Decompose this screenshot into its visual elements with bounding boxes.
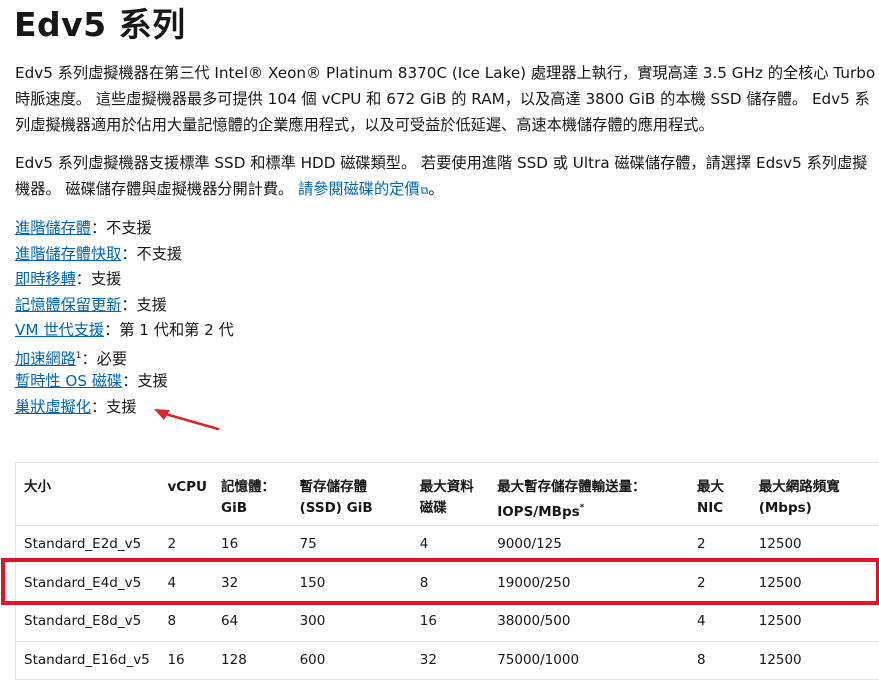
cell-data-disks: 16 [412, 603, 489, 642]
row-highlight-box [1, 558, 879, 605]
feature-item: 加速網路1：必要 [15, 344, 234, 370]
intro-paragraph: Edv5 系列虛擬機器在第三代 Intel® Xeon® Platinum 83… [15, 60, 879, 138]
feature-value: 支援 [91, 270, 121, 288]
header-max-nic: 最大NIC [689, 463, 751, 526]
table-header-row: 大小 vCPU 記憶體：GiB 暫存儲存體(SSD) GiB 最大資料磁碟 最大… [16, 463, 879, 526]
feature-link-ephemeral-os-disk[interactable]: 暫時性 OS 磁碟 [15, 372, 122, 390]
cell-size: Standard_E8d_v5 [16, 603, 160, 642]
header-size: 大小 [16, 463, 160, 526]
feature-value: 支援 [137, 372, 167, 390]
disk-text-end: 。 [428, 180, 443, 198]
feature-value: 支援 [137, 296, 167, 314]
page-title: Edv5 系列 [14, 0, 186, 46]
feature-value: 不支援 [137, 245, 183, 263]
cell-nic: 4 [689, 603, 751, 642]
feature-item: 暫時性 OS 磁碟：支援 [15, 369, 234, 395]
feature-link-nested-virtualization[interactable]: 巢狀虛擬化 [15, 398, 91, 416]
header-max-data-disks: 最大資料磁碟 [412, 463, 489, 526]
feature-value: 不支援 [106, 219, 152, 237]
cell-temp-storage: 300 [292, 603, 412, 642]
feature-link-live-migration[interactable]: 即時移轉 [15, 270, 76, 288]
feature-link-premium-storage-caching[interactable]: 進階儲存體快取 [15, 245, 121, 263]
disk-paragraph: Edv5 系列虛擬機器支援標準 SSD 和標準 HDD 磁碟類型。 若要使用進階… [15, 150, 879, 204]
table-row: Standard_E8d_v58643001638000/500412500 [16, 603, 879, 642]
feature-link-memory-preserving-updates[interactable]: 記憶體保留更新 [15, 296, 121, 314]
feature-value: 第 1 代和第 2 代 [119, 321, 234, 339]
header-max-bandwidth: 最大網路頻寬(Mbps) [751, 463, 879, 526]
feature-value: 支援 [106, 398, 136, 416]
header-temp-storage: 暫存儲存體(SSD) GiB [292, 463, 412, 526]
feature-link-vm-generation[interactable]: VM 世代支援 [15, 321, 104, 339]
feature-item: 即時移轉：支援 [15, 267, 234, 293]
header-footnote-marker: * [580, 503, 585, 513]
feature-link-accelerated-networking[interactable]: 加速網路 [15, 350, 76, 368]
pricing-link[interactable]: 請參閱磁碟的定價⧉ [298, 180, 428, 198]
header-max-temp-throughput: 最大暫存儲存體輸送量：IOPS/MBps* [489, 463, 689, 526]
pricing-link-label: 請參閱磁碟的定價 [298, 180, 420, 198]
feature-item: 記憶體保留更新：支援 [15, 293, 234, 319]
cell-vcpu: 8 [159, 603, 213, 642]
feature-value: 必要 [97, 350, 127, 368]
header-vcpu: vCPU [159, 463, 213, 526]
feature-item: VM 世代支援：第 1 代和第 2 代 [15, 318, 234, 344]
red-arrow-annotation [150, 400, 230, 436]
header-memory: 記憶體：GiB [213, 463, 292, 526]
feature-item: 進階儲存體：不支援 [15, 216, 234, 242]
cell-bandwidth: 12500 [751, 603, 879, 642]
feature-list: 進階儲存體：不支援 進階儲存體快取：不支援 即時移轉：支援 記憶體保留更新：支援… [15, 216, 234, 420]
feature-link-premium-storage[interactable]: 進階儲存體 [15, 219, 91, 237]
feature-item: 進階儲存體快取：不支援 [15, 242, 234, 268]
cell-memory: 64 [213, 603, 292, 642]
cell-throughput: 38000/500 [489, 603, 689, 642]
